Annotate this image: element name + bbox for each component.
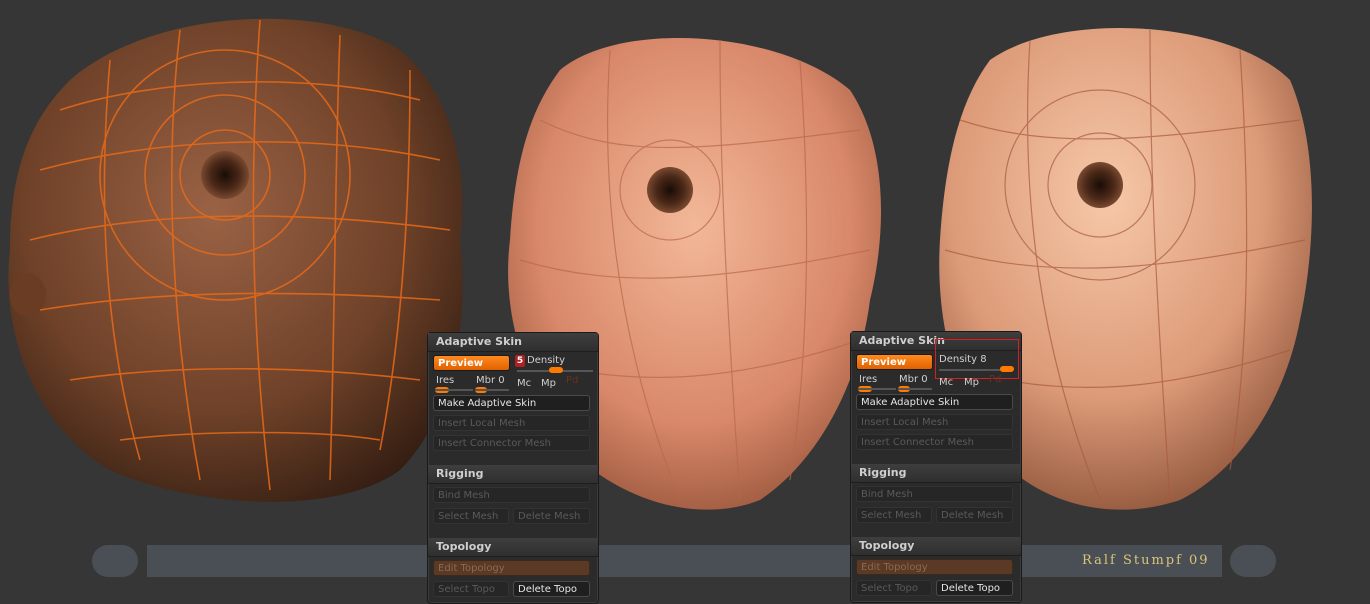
adaptive-skin-section: Adaptive Skin Preview Density 8 Ires Mbr… — [851, 332, 1021, 462]
adaptive-skin-header[interactable]: Adaptive Skin — [428, 333, 598, 352]
topology-section: Topology Edit Topology Select Topo Delet… — [428, 538, 598, 603]
preview-button[interactable]: Preview — [433, 355, 510, 371]
mp-toggle[interactable]: Mp — [541, 378, 556, 389]
bottom-bar-left-cap — [92, 545, 138, 577]
bind-mesh-button[interactable]: Bind Mesh — [433, 487, 590, 503]
insert-local-mesh-button[interactable]: Insert Local Mesh — [433, 415, 590, 431]
topology-header[interactable]: Topology — [851, 537, 1021, 556]
preview-button[interactable]: Preview — [856, 354, 933, 370]
topology-section: Topology Edit Topology Select Topo Delet… — [851, 537, 1021, 602]
bind-mesh-button[interactable]: Bind Mesh — [856, 486, 1013, 502]
density-slider-knob[interactable] — [549, 367, 563, 373]
delete-mesh-button[interactable]: Delete Mesh — [513, 508, 590, 524]
density-label: Density — [527, 355, 566, 366]
make-adaptive-skin-button[interactable]: Make Adaptive Skin — [856, 394, 1013, 410]
mc-toggle[interactable]: Mc — [517, 378, 531, 389]
artist-credit: Ralf Stumpf 09 — [1082, 553, 1210, 568]
ires-label: Ires — [859, 374, 878, 385]
insert-connector-mesh-button[interactable]: Insert Connector Mesh — [433, 435, 590, 451]
select-topo-button[interactable]: Select Topo — [433, 581, 509, 597]
edit-topology-button[interactable]: Edit Topology — [433, 560, 590, 576]
palette-panel-right: Adaptive Skin Preview Density 8 Ires Mbr… — [850, 331, 1022, 603]
insert-local-mesh-button[interactable]: Insert Local Mesh — [856, 414, 1013, 430]
delete-topo-button[interactable]: Delete Topo — [513, 581, 590, 597]
pd-toggle[interactable]: Pd — [566, 375, 578, 386]
edit-topology-button[interactable]: Edit Topology — [856, 559, 1013, 575]
mbr-slider-track[interactable] — [475, 389, 509, 391]
select-mesh-button[interactable]: Select Mesh — [433, 508, 509, 524]
adaptive-skin-section: Adaptive Skin Preview 5 Density Ires Mbr… — [428, 333, 598, 463]
mbr-label: Mbr 0 — [899, 374, 928, 385]
rigging-section: Rigging Bind Mesh Select Mesh Delete Mes… — [851, 464, 1021, 534]
mp-toggle[interactable]: Mp — [964, 377, 979, 388]
viewport-renders — [8, 18, 1312, 510]
rigging-section: Rigging Bind Mesh Select Mesh Delete Mes… — [428, 465, 598, 535]
mc-toggle[interactable]: Mc — [939, 377, 953, 388]
topology-header[interactable]: Topology — [428, 538, 598, 557]
palette-panel-left: Adaptive Skin Preview 5 Density Ires Mbr… — [427, 332, 599, 604]
select-topo-button[interactable]: Select Topo — [856, 580, 932, 596]
density-highlight-box — [935, 339, 1019, 379]
mbr-slider-track[interactable] — [898, 388, 932, 390]
sculpt-render-wireframe — [8, 18, 463, 502]
make-adaptive-skin-button[interactable]: Make Adaptive Skin — [433, 395, 590, 411]
rigging-header[interactable]: Rigging — [428, 465, 598, 484]
density-value-badge: 5 — [515, 355, 525, 367]
bottom-bar — [147, 545, 1222, 577]
ires-slider-track[interactable] — [858, 388, 896, 390]
select-mesh-button[interactable]: Select Mesh — [856, 507, 932, 523]
bottom-bar-right-cap — [1230, 545, 1276, 577]
delete-mesh-button[interactable]: Delete Mesh — [936, 507, 1013, 523]
rigging-header[interactable]: Rigging — [851, 464, 1021, 483]
pd-toggle[interactable]: Pd — [989, 374, 1001, 385]
delete-topo-button[interactable]: Delete Topo — [936, 580, 1013, 596]
ires-slider-track[interactable] — [435, 389, 473, 391]
insert-connector-mesh-button[interactable]: Insert Connector Mesh — [856, 434, 1013, 450]
mbr-label: Mbr 0 — [476, 375, 505, 386]
ires-label: Ires — [436, 375, 455, 386]
